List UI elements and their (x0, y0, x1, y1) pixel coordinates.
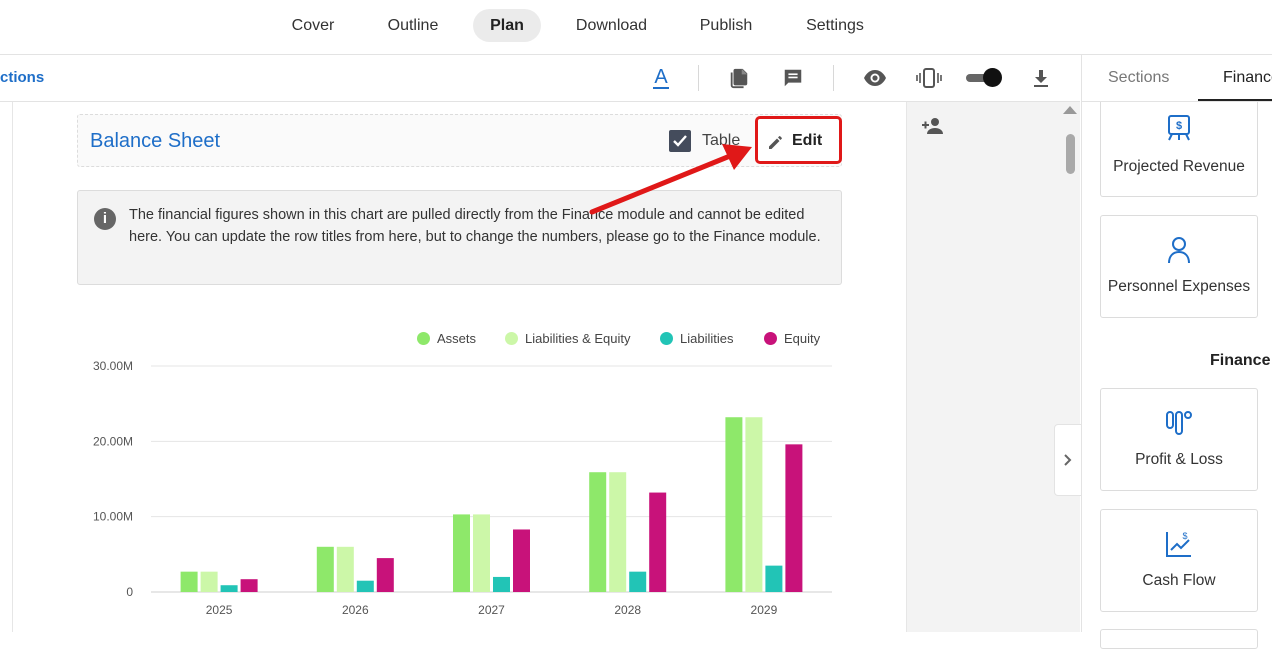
card-cash-flow[interactable]: $ Cash Flow (1100, 509, 1258, 612)
bar-equity-2025[interactable] (240, 579, 258, 592)
scrollbar-thumb[interactable] (1066, 134, 1075, 174)
info-notice: i The financial figures shown in this ch… (77, 190, 842, 285)
bar-assets-2026[interactable] (316, 546, 334, 592)
chart-plot: 0 10.00M 20.00M 30.00M 2025 2026 2027 2028 2029 (93, 359, 832, 617)
bar-liabilities-2027[interactable] (493, 576, 510, 592)
bar-assets-2027[interactable] (453, 514, 470, 592)
card-label: Profit & Loss (1135, 451, 1223, 468)
bar-assets-2028[interactable] (589, 472, 607, 592)
tab-finance[interactable]: Finance (1223, 69, 1272, 87)
download-icon[interactable] (1028, 65, 1054, 91)
collapse-panel-button[interactable] (1054, 424, 1082, 496)
edit-button[interactable]: Edit (755, 116, 842, 164)
comment-icon[interactable] (780, 65, 806, 91)
card-profit-loss[interactable]: Profit & Loss (1100, 388, 1258, 491)
table-label: Table (702, 132, 741, 149)
bar-liabilities-2028[interactable] (629, 571, 647, 592)
tab-sections[interactable]: Sections (1108, 69, 1169, 87)
eye-icon[interactable] (862, 65, 888, 91)
chevron-right-icon (1064, 454, 1072, 466)
scroll-up-arrow-icon[interactable] (1063, 106, 1077, 114)
editor-toolbar: ctions A (0, 55, 1080, 102)
x-tick-label: 2029 (751, 603, 778, 617)
y-tick-label: 10.00M (93, 510, 133, 524)
tab-publish[interactable]: Publish (684, 9, 768, 42)
card-partial[interactable] (1100, 629, 1258, 649)
section-header: Balance Sheet Table (77, 114, 842, 167)
toggle-switch[interactable] (966, 68, 1002, 87)
tab-plan[interactable]: Plan (473, 9, 541, 42)
x-tick-label: 2028 (614, 603, 641, 617)
person-icon (1101, 236, 1257, 264)
cash-flow-icon: $ (1101, 530, 1257, 558)
card-projected-revenue[interactable]: $ Projected Revenue (1100, 102, 1258, 197)
info-text: The financial figures shown in this char… (129, 207, 821, 245)
sections-link[interactable]: ctions (0, 69, 44, 86)
bar-equity-2028[interactable] (649, 492, 667, 592)
bar-liabilities-2029[interactable] (765, 565, 783, 592)
pencil-icon (767, 133, 785, 156)
bar-liabilities-equity-2026[interactable] (336, 546, 354, 592)
finance-heading: Finance (1210, 352, 1271, 369)
balance-sheet-chart: Assets Liabilities & Equity Liabilities … (77, 320, 842, 632)
scrollbar[interactable] (1061, 102, 1080, 632)
bar-equity-2026[interactable] (376, 558, 394, 592)
bar-liabilities-2025[interactable] (220, 585, 238, 592)
x-tick-label: 2025 (206, 603, 233, 617)
bar-assets-2029[interactable] (725, 417, 743, 592)
svg-text:$: $ (1176, 120, 1182, 132)
bar-assets-2025[interactable] (180, 571, 198, 592)
right-panel: Sections Finance $ Projected Revenue Per… (1081, 55, 1272, 649)
top-navigation: Cover Outline Plan Download Publish Sett… (0, 0, 1272, 55)
add-collaborator-icon[interactable] (921, 116, 945, 141)
mobile-view-icon[interactable] (916, 65, 942, 91)
card-label: Projected Revenue (1113, 158, 1245, 175)
edit-button-label: Edit (792, 132, 823, 149)
document-icon[interactable] (726, 65, 752, 91)
revenue-icon: $ (1101, 114, 1257, 142)
table-checkbox[interactable] (669, 130, 691, 152)
bar-liabilities-equity-2027[interactable] (473, 514, 490, 592)
tab-settings[interactable]: Settings (790, 9, 880, 42)
checkmark-icon (673, 135, 687, 147)
bar-liabilities-equity-2029[interactable] (745, 417, 763, 592)
card-label: Personnel Expenses (1107, 278, 1251, 295)
svg-text:A: A (654, 66, 668, 88)
tab-outline[interactable]: Outline (372, 9, 454, 42)
comments-gutter (907, 102, 1061, 632)
bar-equity-2029[interactable] (785, 444, 803, 592)
bar-equity-2027[interactable] (513, 529, 530, 592)
x-tick-label: 2026 (342, 603, 369, 617)
profit-loss-icon (1101, 409, 1257, 435)
card-personnel-expenses[interactable]: Personnel Expenses (1100, 215, 1258, 318)
section-title[interactable]: Balance Sheet (90, 130, 220, 153)
info-icon: i (94, 208, 116, 230)
bar-liabilities-equity-2025[interactable] (200, 571, 218, 592)
tab-download[interactable]: Download (561, 9, 662, 42)
text-format-icon[interactable]: A (648, 65, 674, 91)
tab-cover[interactable]: Cover (274, 9, 352, 42)
svg-text:$: $ (1182, 531, 1187, 541)
y-tick-label: 30.00M (93, 359, 133, 373)
y-tick-label: 20.00M (93, 434, 133, 448)
y-tick-label: 0 (126, 585, 133, 599)
x-tick-label: 2027 (478, 603, 505, 617)
card-label: Cash Flow (1142, 572, 1216, 589)
bar-liabilities-2026[interactable] (356, 580, 374, 592)
bar-liabilities-equity-2028[interactable] (609, 472, 627, 592)
